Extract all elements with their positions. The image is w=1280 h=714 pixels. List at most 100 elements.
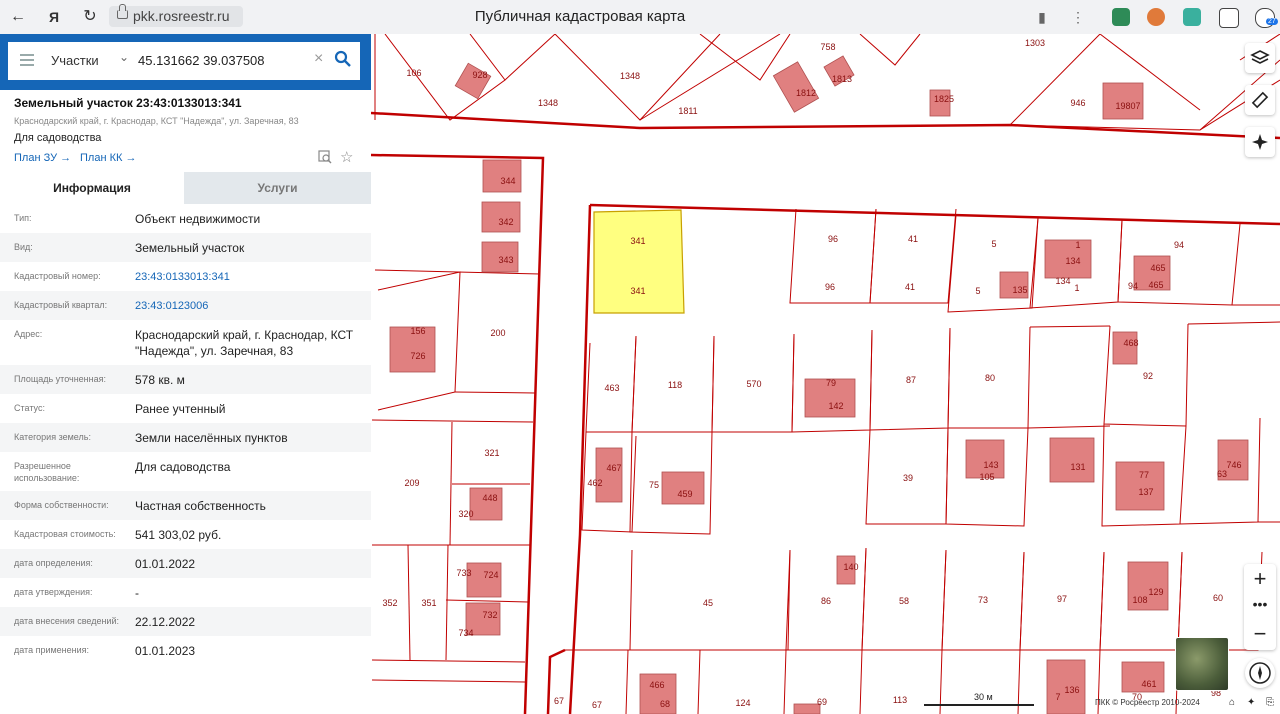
layers-button[interactable] — [1245, 43, 1275, 73]
row-label: Адрес: — [14, 329, 43, 339]
home-icon[interactable]: ⌂ — [1229, 697, 1235, 708]
row-label: Форма собственности: — [14, 500, 109, 510]
svg-text:758: 758 — [820, 42, 835, 52]
svg-text:468: 468 — [1123, 338, 1138, 348]
parcel-title: Земельный участок 23:43:0133013:341 — [14, 96, 242, 110]
svg-text:734: 734 — [458, 628, 473, 638]
info-row: Адрес: Краснодарский край, г. Краснодар,… — [0, 320, 371, 365]
svg-text:200: 200 — [490, 328, 505, 338]
svg-text:67: 67 — [592, 700, 602, 710]
zoom-to-icon[interactable] — [318, 150, 332, 164]
row-label: Площадь уточненная: — [14, 374, 106, 384]
more-icon[interactable]: ••• — [1244, 594, 1276, 620]
svg-text:1825: 1825 — [934, 94, 954, 104]
svg-text:94: 94 — [1174, 240, 1184, 250]
svg-text:352: 352 — [382, 598, 397, 608]
scale-label: 30 м — [974, 692, 993, 702]
extension-shield-icon[interactable] — [1112, 8, 1130, 26]
svg-text:321: 321 — [484, 448, 499, 458]
menu-dots-icon[interactable]: ⋮ — [1068, 7, 1088, 27]
svg-text:465: 465 — [1150, 263, 1165, 273]
svg-text:108: 108 — [1132, 595, 1147, 605]
collections-icon[interactable] — [1219, 8, 1239, 28]
row-label: Тип: — [14, 213, 32, 223]
info-row: дата внесения сведений: 22.12.2022 — [0, 607, 371, 636]
parcel-header: Земельный участок 23:43:0133013:341 Крас… — [14, 96, 364, 144]
plan-zu-link[interactable]: План ЗУ → — [14, 152, 71, 164]
svg-text:461: 461 — [1141, 679, 1156, 689]
selected-parcel[interactable] — [593, 209, 685, 314]
cadastral-map[interactable]: 106 928 1348 1348 758 1813 1812 1811 1825 1303 9… — [371, 34, 1280, 714]
ruler-button[interactable] — [1245, 85, 1275, 115]
svg-text:343: 343 — [498, 255, 513, 265]
svg-text:466: 466 — [649, 680, 664, 690]
svg-text:75: 75 — [649, 480, 659, 490]
svg-text:106: 106 — [406, 68, 421, 78]
cadastral-number-link[interactable]: 23:43:0133013:341 — [135, 269, 365, 285]
map-canvas[interactable]: 106 928 13481348 7581813181218111825 13039… — [371, 34, 1280, 714]
bookmark-icon[interactable]: ▮ — [1032, 7, 1052, 27]
compass-button[interactable] — [1245, 658, 1275, 688]
svg-text:118: 118 — [668, 380, 682, 390]
info-row: Вид: Земельный участок — [0, 233, 371, 262]
svg-text:124: 124 — [735, 698, 750, 708]
svg-text:156: 156 — [410, 326, 425, 336]
page-title: Публичная кадастровая карта — [474, 8, 686, 25]
svg-text:41: 41 — [905, 282, 915, 292]
row-value: 541 303,02 руб. — [135, 528, 222, 542]
svg-text:140: 140 — [843, 562, 858, 572]
browser-toolbar: ← Я ↻ pkk.rosreestr.ru Публичная кадастр… — [0, 0, 1280, 35]
svg-text:1813: 1813 — [832, 74, 852, 84]
row-label: Вид: — [14, 242, 33, 252]
svg-text:105: 105 — [979, 472, 994, 482]
svg-text:96: 96 — [828, 234, 838, 244]
svg-text:341: 341 — [630, 286, 645, 296]
svg-text:134: 134 — [1055, 276, 1070, 286]
row-value: Земельный участок — [135, 241, 245, 255]
svg-text:1811: 1811 — [678, 106, 697, 116]
row-label: дата применения: — [14, 645, 90, 655]
chevron-down-icon[interactable]: ⌄ — [119, 50, 129, 64]
zoom-out-icon[interactable]: − — [1244, 620, 1276, 650]
svg-text:724: 724 — [483, 570, 498, 580]
svg-text:733: 733 — [456, 568, 471, 578]
plan-kk-link[interactable]: План КК → — [80, 152, 136, 164]
export-icon[interactable]: ⎘ — [1266, 697, 1274, 708]
favorite-star-icon[interactable]: ☆ — [340, 148, 353, 166]
locate-small-icon[interactable]: ✦ — [1247, 697, 1255, 708]
row-value: Ранее учтенный — [135, 402, 226, 416]
locate-button[interactable] — [1245, 127, 1275, 157]
clear-icon[interactable]: × — [314, 50, 323, 68]
svg-text:732: 732 — [482, 610, 497, 620]
zoom-in-icon[interactable]: + — [1244, 564, 1276, 594]
search-icon[interactable] — [334, 50, 352, 68]
info-row: Кадастровая стоимость: 541 303,02 руб. — [0, 520, 371, 549]
extension-mushroom-icon[interactable] — [1147, 8, 1165, 26]
svg-text:94: 94 — [1128, 281, 1138, 291]
row-label: дата внесения сведений: — [14, 616, 119, 626]
menu-icon[interactable] — [20, 54, 34, 69]
tab-information[interactable]: Информация — [0, 172, 184, 204]
crosshair-icon — [1252, 134, 1268, 150]
svg-text:97: 97 — [1057, 594, 1067, 604]
info-row: дата применения: 01.01.2023 — [0, 636, 371, 665]
extension-badge-icon[interactable] — [1183, 8, 1201, 26]
svg-text:41: 41 — [908, 234, 918, 244]
row-value: 578 кв. м — [135, 373, 185, 387]
svg-text:1348: 1348 — [538, 98, 558, 108]
satellite-basemap-thumbnail[interactable] — [1175, 637, 1229, 691]
search-input[interactable] — [138, 53, 308, 68]
row-label: Кадастровая стоимость: — [14, 529, 116, 539]
svg-text:39: 39 — [903, 473, 913, 483]
svg-text:1348: 1348 — [620, 71, 640, 81]
compass-icon — [1249, 662, 1271, 684]
svg-text:342: 342 — [498, 217, 513, 227]
cadastral-quarter-link[interactable]: 23:43:0123006 — [135, 298, 365, 314]
tab-services[interactable]: Услуги — [184, 172, 371, 204]
svg-text:80: 80 — [985, 373, 995, 383]
row-label: дата утверждения: — [14, 587, 93, 597]
search-type-select[interactable]: Участки — [51, 53, 99, 68]
svg-text:7: 7 — [1055, 692, 1060, 702]
info-tabs: Информация Услуги — [0, 172, 371, 204]
svg-text:459: 459 — [677, 489, 692, 499]
